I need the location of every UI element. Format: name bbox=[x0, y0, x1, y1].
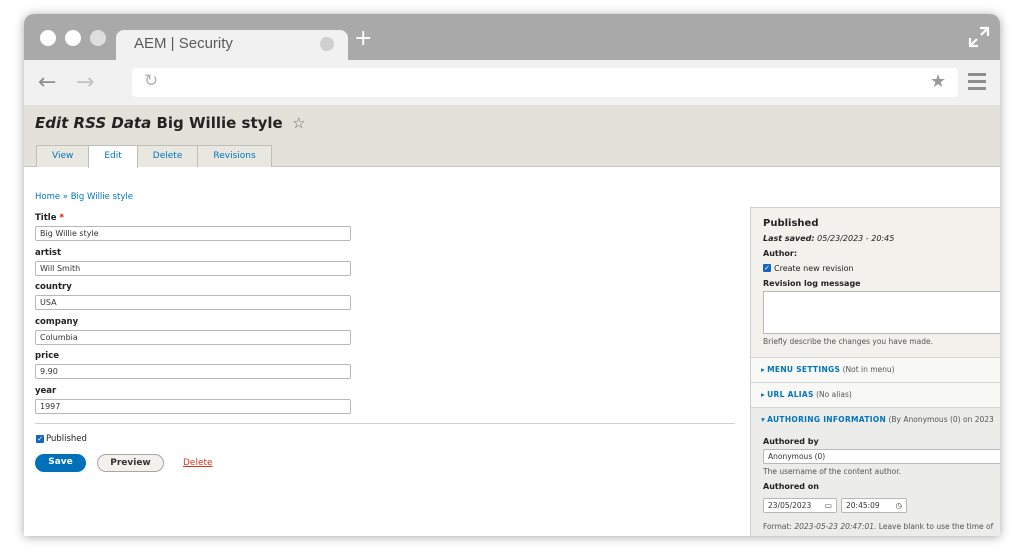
hamburger-menu-icon[interactable] bbox=[968, 73, 986, 94]
authored-on-label: Authored on bbox=[763, 482, 819, 491]
create-revision-checkbox[interactable]: ✓ bbox=[763, 264, 771, 272]
menu-settings-label: MENU SETTINGS bbox=[767, 365, 841, 374]
url-input[interactable]: ↻ ★ bbox=[132, 68, 958, 97]
bookmark-star-icon[interactable]: ★ bbox=[930, 71, 946, 92]
browser-window: AEM | Security + ← → ↻ ★ Edit RSS Data B… bbox=[24, 14, 1000, 536]
time-value: 20:45:09 bbox=[846, 501, 880, 510]
price-input[interactable]: 9.90 bbox=[35, 364, 351, 379]
format-hint: Format: 2023-05-23 20:47:01. Leave blank… bbox=[763, 522, 993, 531]
url-alias-section[interactable]: ▸ URL ALIAS (No alias) bbox=[751, 382, 1000, 407]
authored-on-time-input[interactable]: 20:45:09 ◷ bbox=[841, 498, 907, 513]
reload-icon[interactable]: ↻ bbox=[144, 71, 158, 91]
forward-arrow-icon[interactable]: → bbox=[76, 70, 94, 95]
tab-close-icon[interactable] bbox=[320, 37, 334, 51]
country-input[interactable]: USA bbox=[35, 295, 351, 310]
revision-log-textarea[interactable] bbox=[763, 291, 1000, 334]
new-tab-button[interactable]: + bbox=[354, 28, 372, 50]
tab-delete[interactable]: Delete bbox=[136, 145, 199, 167]
format-hint-text: Leave blank to use the time of bbox=[878, 522, 994, 531]
authored-on-date-input[interactable]: 23/05/2023 ▭ bbox=[763, 498, 837, 513]
browser-tab[interactable]: AEM | Security bbox=[116, 30, 348, 60]
save-button[interactable]: Save bbox=[35, 454, 86, 472]
tab-edit[interactable]: Edit bbox=[88, 145, 138, 168]
revision-log-label: Revision log message bbox=[763, 279, 861, 288]
delete-link[interactable]: Delete bbox=[183, 458, 213, 468]
meta-sidebar: Published Last saved: 05/23/2023 - 20:45… bbox=[750, 207, 1000, 536]
url-alias-summary: (No alias) bbox=[816, 390, 852, 399]
date-value: 23/05/2023 bbox=[768, 501, 812, 510]
url-alias-label: URL ALIAS bbox=[767, 390, 814, 399]
preview-button[interactable]: Preview bbox=[97, 454, 164, 472]
required-marker: * bbox=[59, 213, 64, 223]
maximize-window-button[interactable] bbox=[90, 30, 106, 46]
published-checkbox[interactable]: ✓ bbox=[36, 435, 44, 443]
calendar-icon[interactable]: ▭ bbox=[825, 499, 832, 512]
last-saved-value: 05/23/2023 - 20:45 bbox=[817, 234, 895, 243]
company-input[interactable]: Columbia bbox=[35, 330, 351, 345]
address-bar: ← → ↻ ★ bbox=[24, 60, 1000, 105]
artist-label: artist bbox=[35, 248, 62, 258]
title-label-text: Title bbox=[35, 213, 57, 223]
format-value: 2023-05-23 20:47:01. bbox=[794, 522, 877, 531]
title-label: Title * bbox=[35, 213, 64, 223]
tab-title: AEM | Security bbox=[134, 35, 233, 52]
author-label: Author: bbox=[763, 249, 798, 258]
year-label: year bbox=[35, 386, 57, 396]
authored-by-hint: The username of the content author. bbox=[763, 467, 902, 476]
page-header: Edit RSS Data Big Willie style ☆ View Ed… bbox=[24, 105, 1000, 168]
tab-revisions[interactable]: Revisions bbox=[197, 145, 272, 167]
clock-icon[interactable]: ◷ bbox=[895, 499, 902, 512]
tab-view[interactable]: View bbox=[36, 145, 90, 167]
menu-settings-section[interactable]: ▸ MENU SETTINGS (Not in menu) bbox=[751, 357, 1000, 382]
favorite-star-icon[interactable]: ☆ bbox=[292, 114, 305, 132]
last-saved: Last saved: 05/23/2023 - 20:45 bbox=[763, 234, 894, 243]
form-divider bbox=[35, 423, 735, 424]
price-label: price bbox=[35, 351, 59, 361]
primary-tabs: View Edit Delete Revisions bbox=[36, 145, 272, 168]
format-label: Format: bbox=[763, 522, 792, 531]
close-window-button[interactable] bbox=[40, 30, 56, 46]
artist-input[interactable]: Will Smith bbox=[35, 261, 351, 276]
menu-settings-summary: (Not in menu) bbox=[842, 365, 895, 374]
authoring-info-label: AUTHORING INFORMATION bbox=[767, 415, 887, 424]
year-input[interactable]: 1997 bbox=[35, 399, 351, 414]
create-revision-label: Create new revision bbox=[774, 264, 854, 273]
authoring-info-title[interactable]: ▾ AUTHORING INFORMATION (By Anonymous (0… bbox=[761, 415, 994, 424]
company-label: company bbox=[35, 317, 79, 327]
revision-log-hint: Briefly describe the changes you have ma… bbox=[763, 337, 934, 346]
authored-by-input[interactable]: Anonymous (0) bbox=[763, 449, 1000, 464]
back-arrow-icon[interactable]: ← bbox=[38, 70, 56, 95]
published-label: Published bbox=[46, 434, 87, 444]
menu-settings-title[interactable]: ▸ MENU SETTINGS (Not in menu) bbox=[761, 365, 895, 374]
tab-bar: AEM | Security + bbox=[24, 14, 1000, 60]
breadcrumb[interactable]: Home » Big Willie style bbox=[35, 192, 133, 202]
last-saved-label: Last saved: bbox=[763, 234, 815, 243]
url-alias-title[interactable]: ▸ URL ALIAS (No alias) bbox=[761, 390, 852, 399]
authoring-info-section: ▾ AUTHORING INFORMATION (By Anonymous (0… bbox=[751, 407, 1000, 536]
authoring-info-summary: (By Anonymous (0) on 2023 bbox=[888, 415, 994, 424]
page-title-prefix: Edit RSS Data bbox=[35, 114, 152, 132]
authored-by-label: Authored by bbox=[763, 437, 819, 446]
minimize-window-button[interactable] bbox=[65, 30, 81, 46]
status-heading: Published bbox=[763, 218, 819, 229]
fullscreen-icon[interactable] bbox=[968, 26, 990, 48]
country-label: country bbox=[35, 282, 72, 292]
page-title-node: Big Willie style bbox=[156, 114, 283, 132]
title-input[interactable]: Big Willie style bbox=[35, 226, 351, 241]
page-content: Edit RSS Data Big Willie style ☆ View Ed… bbox=[24, 105, 1000, 536]
page-title: Edit RSS Data Big Willie style ☆ bbox=[35, 114, 305, 132]
